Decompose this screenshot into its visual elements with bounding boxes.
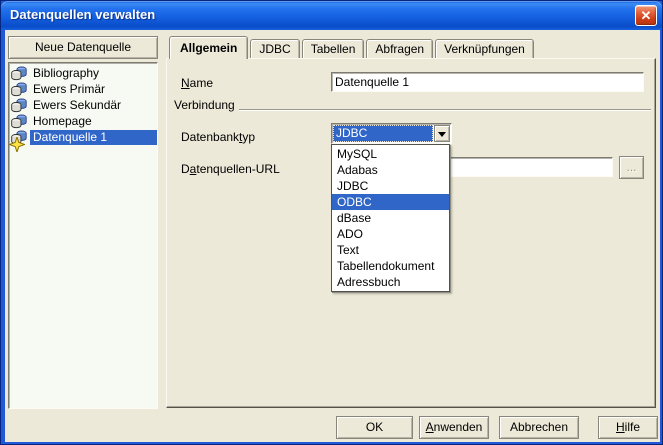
tab-abfragen[interactable]: Abfragen	[366, 39, 433, 58]
window-title: Datenquellen verwalten	[10, 7, 155, 22]
list-item-ewers-primär[interactable]: Ewers Primär	[9, 81, 157, 97]
connection-section-label: Verbindung	[174, 98, 235, 112]
dropdown-option-mysql[interactable]: MySQL	[332, 146, 449, 162]
title-bar[interactable]: Datenquellen verwalten ✕	[1, 1, 662, 30]
new-star-icon	[9, 137, 19, 147]
tab-allgemein[interactable]: Allgemein	[169, 36, 248, 59]
dropdown-option-tabellendokument[interactable]: Tabellendokument	[332, 258, 449, 274]
list-item-label: Ewers Sekundär	[30, 98, 124, 113]
section-divider	[239, 109, 651, 111]
list-item-label: Bibliography	[30, 66, 102, 81]
dropdown-option-text[interactable]: Text	[332, 242, 449, 258]
url-label: Datenquellen-URL	[181, 162, 280, 176]
dbtype-combobox[interactable]: JDBC	[331, 123, 452, 144]
tab-strip: Allgemein JDBC Tabellen Abfragen Verknüp…	[169, 36, 536, 59]
combobox-value: JDBC	[333, 125, 433, 142]
tab-label: Verknüpfungen	[444, 42, 525, 56]
database-icon	[11, 98, 28, 113]
close-button[interactable]: ✕	[635, 5, 657, 26]
dbtype-dropdown: MySQLAdabasJDBCODBCdBaseADOTextTabellend…	[331, 144, 450, 292]
database-icon	[11, 114, 28, 129]
tab-label: JDBC	[259, 42, 290, 56]
dialog-body: Neue Datenquelle Bibliography Ewers Prim…	[5, 30, 660, 442]
new-datasource-button[interactable]: Neue Datenquelle	[8, 36, 158, 59]
tab-jdbc[interactable]: JDBC	[250, 39, 299, 58]
dropdown-option-odbc[interactable]: ODBC	[332, 194, 449, 210]
database-icon	[11, 82, 28, 97]
dropdown-option-adabas[interactable]: Adabas	[332, 162, 449, 178]
list-item-ewers-sekundär[interactable]: Ewers Sekundär	[9, 97, 157, 113]
combobox-arrow-button[interactable]	[434, 125, 450, 142]
help-button[interactable]: Hilfe	[598, 416, 658, 439]
dialog-window: Datenquellen verwalten ✕ Neue Datenquell…	[0, 0, 663, 445]
list-item-label: Homepage	[30, 114, 95, 129]
dropdown-option-adressbuch[interactable]: Adressbuch	[332, 274, 449, 290]
datasource-list[interactable]: Bibliography Ewers Primär Ewers Sekundär	[8, 62, 158, 409]
dropdown-option-jdbc[interactable]: JDBC	[332, 178, 449, 194]
tab-tabellen[interactable]: Tabellen	[302, 39, 365, 58]
browse-button[interactable]: ...	[619, 156, 644, 179]
name-label: Name	[181, 76, 213, 90]
tab-verknüpfungen[interactable]: Verknüpfungen	[435, 39, 534, 58]
browse-button-label: ...	[626, 160, 636, 174]
tab-label: Allgemein	[180, 41, 237, 55]
chevron-down-icon	[438, 132, 446, 141]
list-item-label: Ewers Primär	[30, 82, 108, 97]
close-icon: ✕	[641, 8, 652, 23]
ok-button[interactable]: OK	[336, 416, 413, 439]
dropdown-option-ado[interactable]: ADO	[332, 226, 449, 242]
list-item-datenquelle-1[interactable]: Datenquelle 1	[9, 129, 157, 145]
list-item-label: Datenquelle 1	[30, 130, 157, 145]
list-item-bibliography[interactable]: Bibliography	[9, 65, 157, 81]
list-item-homepage[interactable]: Homepage	[9, 113, 157, 129]
database-icon	[11, 66, 28, 81]
new-datasource-button-label: Neue Datenquelle	[35, 40, 131, 54]
tab-label: Tabellen	[311, 42, 356, 56]
tab-label: Abfragen	[375, 42, 424, 56]
cancel-button[interactable]: Abbrechen	[499, 416, 579, 439]
dropdown-option-dbase[interactable]: dBase	[332, 210, 449, 226]
apply-button[interactable]: Anwenden	[419, 416, 489, 439]
database-icon	[11, 130, 28, 145]
name-input[interactable]	[331, 72, 644, 92]
dbtype-label: Datenbanktyp	[181, 130, 255, 144]
